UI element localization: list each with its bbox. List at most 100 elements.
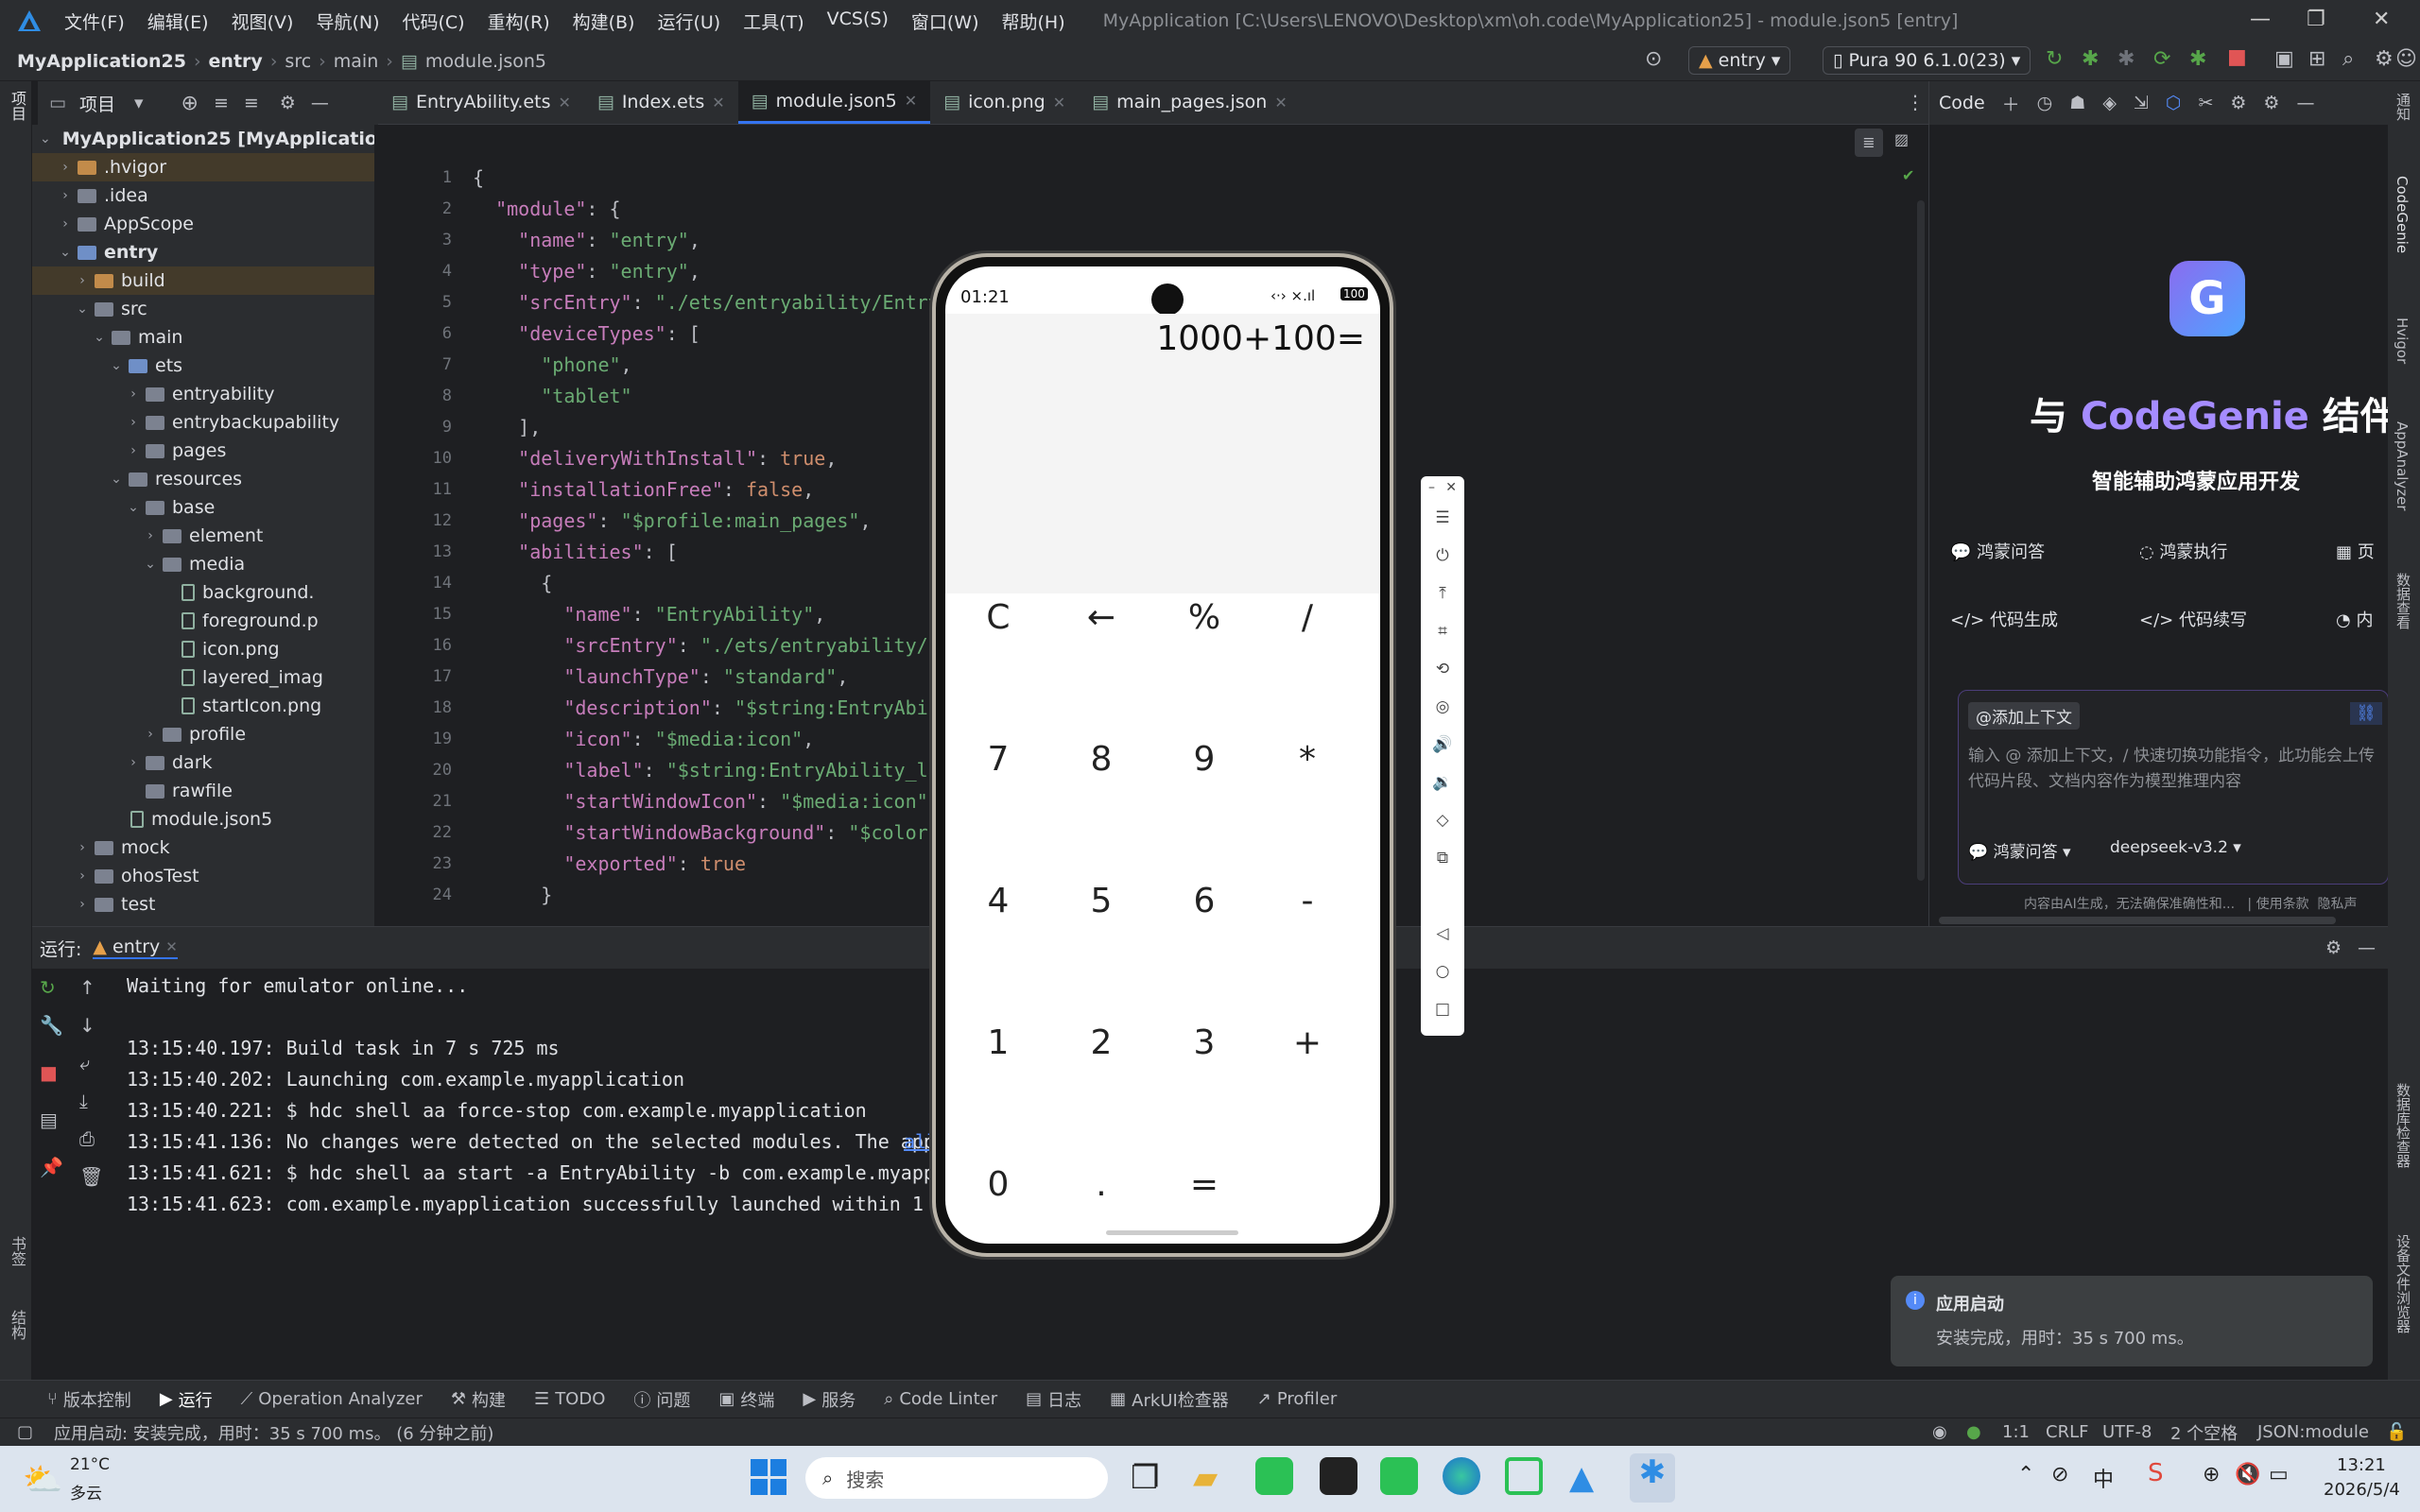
menu-item[interactable]: 编辑(E) [147,9,209,34]
menu-item[interactable]: 文件(F) [64,9,125,34]
gear-icon[interactable]: ⚙ [2325,937,2342,958]
calc-key[interactable]: 0 [951,1137,1046,1231]
print-icon[interactable]: ⎙ [79,1127,95,1150]
breadcrumb-project[interactable]: MyApplication25 [17,51,186,72]
chevron-right-icon[interactable]: › [74,897,91,912]
chevron-right-icon[interactable]: › [142,727,159,742]
mode-select[interactable]: 💬 鸿蒙问答 ▾ [1968,838,2071,862]
bottom-tool-button[interactable]: ⓘ 问题 [633,1387,690,1412]
wrap-icon[interactable]: ⤶ [79,1052,90,1074]
restore-icon[interactable]: ❐ [2307,8,2325,31]
close-tab-icon[interactable]: ✕ [712,94,724,112]
tree-item[interactable]: startIcon.png [32,692,374,720]
account-icon[interactable]: ☺ [2395,47,2417,71]
tree-item[interactable]: › test [32,890,374,919]
tools-icon[interactable]: ✂ [2198,93,2213,113]
clock-time[interactable]: 13:21 [2337,1455,2386,1475]
tree-item[interactable]: › ohosTest [32,862,374,890]
chevron-right-icon[interactable]: › [125,755,142,770]
console-output[interactable]: Waiting for emulator online... 13:15:40.1… [127,971,1086,1220]
bottom-tool-button[interactable]: ▶ 服务 [803,1387,856,1412]
chevron-right-icon[interactable]: › [74,868,91,884]
stop-icon[interactable]: ■ [2227,45,2247,69]
indent-setting[interactable]: 2 个空格 [2170,1420,2238,1445]
back-icon[interactable]: ◁ [1421,915,1464,953]
tree-item[interactable]: › mock [32,833,374,862]
menu-item[interactable]: 代码(C) [402,9,464,34]
agent-icon[interactable]: ☗ [2069,93,2085,113]
chevron-right-icon[interactable]: › [125,415,142,430]
minimize-icon[interactable]: — [2250,8,2271,31]
chevron-down-icon[interactable]: ⌄ [125,500,142,515]
taskbar-search[interactable]: ⌕ 搜索 [805,1457,1108,1499]
home-indicator[interactable] [1106,1230,1238,1235]
wps-icon[interactable]: S [2148,1459,2164,1487]
calc-key[interactable]: + [1260,995,1355,1090]
chevron-down-icon[interactable]: ⌄ [108,472,125,487]
chevron-down-icon[interactable]: ▾ [134,93,144,113]
bottom-tool-button[interactable]: ⚒ 构建 [451,1387,506,1412]
file-explorer-icon[interactable]: ▰ [1193,1459,1218,1497]
bottom-tool-button[interactable]: ⌕ Code Linter [884,1389,997,1409]
editor-scrollbar[interactable] [1917,200,1925,881]
chevron-right-icon[interactable]: › [142,528,159,543]
bottom-tool-button[interactable]: ☰ TODO [534,1389,605,1409]
menu-item[interactable]: 重构(R) [488,9,550,34]
calc-key[interactable]: % [1157,570,1252,664]
tree-item[interactable]: › entrybackupability [32,408,374,437]
profile-icon[interactable]: ✱ [2189,47,2206,71]
bottom-tool-button[interactable]: ⑂ 版本控制 [47,1387,131,1412]
start-icon[interactable] [751,1459,786,1495]
calc-key[interactable]: 7 [951,712,1046,806]
model-select[interactable]: deepseek-v3.2 ▾ [2110,838,2241,857]
feature-qa[interactable]: 💬 鸿蒙问答 [1950,539,2045,563]
attach-icon[interactable]: ⛓ [2350,702,2382,725]
tree-item[interactable]: › .hvigor [32,153,374,181]
device-manager-icon[interactable]: ▣ [2274,47,2294,71]
feature-codegen[interactable]: </> 代码生成 [1950,607,2058,631]
bottom-tool-button[interactable]: ⟋ Operation Analyzer [241,1389,423,1409]
battery-icon[interactable]: ▭ [2269,1463,2289,1486]
gear-icon[interactable]: ⚙ [2230,93,2246,113]
db-inspector-tool-button[interactable]: 数据库检查器 [2394,1083,2413,1168]
bottom-tool-button[interactable]: ▣ 终端 [718,1387,774,1412]
tree-item[interactable]: icon.png [32,635,374,663]
hvigor-tool-button[interactable]: Hvigor [2394,318,2411,364]
chevron-down-icon[interactable]: ⌄ [91,330,108,345]
menu-item[interactable]: 导航(N) [316,9,379,34]
ime-indicator[interactable]: 中 [2093,1463,2114,1493]
device-select[interactable]: ▯ Pura 90 6.1.0(23) ▾ [1823,46,2031,75]
hide-icon[interactable]: — [2296,93,2314,113]
breadcrumb-main[interactable]: main [334,51,378,72]
file-type[interactable]: JSON:module [2257,1422,2369,1442]
globe-icon[interactable]: ⊕ [2203,1463,2220,1486]
tree-item[interactable]: module.json5 [32,805,374,833]
wrench-icon[interactable]: 🔧 [40,1014,63,1037]
line-ending[interactable]: CRLF [2046,1422,2088,1442]
editor-tab[interactable]: ▤ icon.png ✕ [930,80,1079,124]
project-view-select[interactable]: 项目 [79,91,115,116]
structure-tool-button[interactable]: 结构 [4,1310,28,1340]
calc-key[interactable]: C [951,570,1046,664]
appanalyzer-tool-button[interactable]: AppAnalyzer [2394,421,2411,511]
tree-item[interactable]: › pages [32,437,374,465]
menu-item[interactable]: 帮助(H) [1002,9,1065,34]
tree-item[interactable]: ⌄ ets [32,352,374,380]
calc-key[interactable]: 2 [1054,995,1149,1090]
editor-tab[interactable]: ▤ module.json5 ✕ [737,80,931,124]
chevron-down-icon[interactable]: ⌄ [40,131,51,146]
calc-key[interactable]: 3 [1157,995,1252,1090]
status-message[interactable]: 应用启动: 安装完成，用时：35 s 700 ms。 (6 分钟之前) [54,1420,493,1445]
screenshot-icon[interactable]: ⧉ [1421,839,1464,877]
data-view-tool-button[interactable]: 数据查看 [2394,573,2413,629]
cursor-position[interactable]: 1:1 [2002,1422,2030,1442]
lock-icon[interactable]: 🔓 [2386,1422,2407,1442]
tree-item[interactable]: background. [32,578,374,607]
bottom-tool-button[interactable]: ▦ ArkUI检查器 [1110,1387,1229,1412]
menu-item[interactable]: 工具(T) [743,9,804,34]
feature-inline[interactable]: ◔ 内 [2336,607,2373,631]
fold-icon[interactable]: ◇ [1421,801,1464,839]
clock-date[interactable]: 2026/5/4 [2324,1480,2400,1500]
run-tab[interactable]: ▲ entry ✕ [93,936,178,959]
reader-mode-icon[interactable]: ≣ [1855,129,1883,157]
